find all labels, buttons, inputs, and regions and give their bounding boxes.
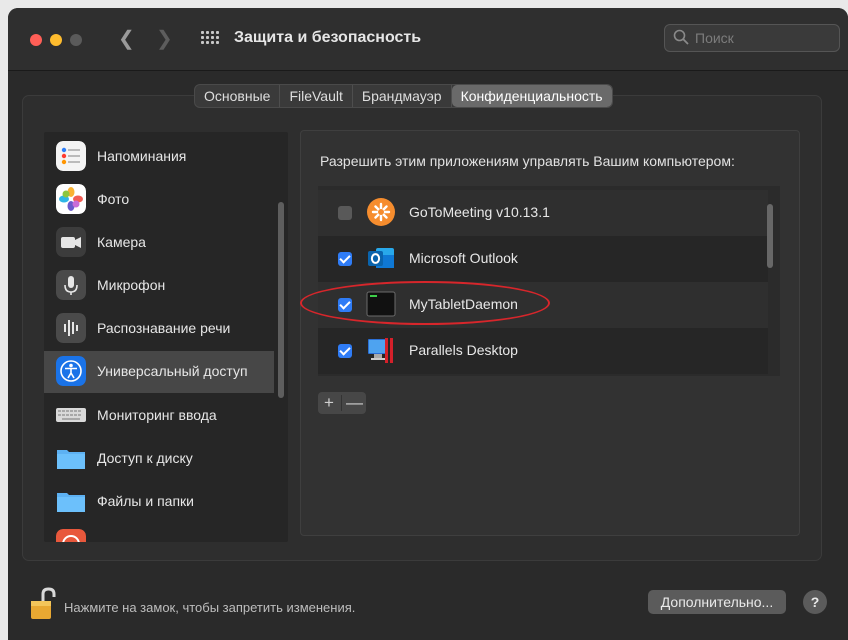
outlook-icon — [368, 248, 394, 268]
tab-firewall[interactable]: Брандмауэр — [353, 85, 452, 107]
search-icon — [673, 29, 689, 45]
reminders-icon — [56, 141, 86, 171]
microphone-icon — [56, 270, 86, 300]
sidebar-item-reminders[interactable]: Напоминания — [44, 136, 274, 178]
highlight-annotation — [300, 281, 550, 325]
sidebar-item-label: Камера — [97, 234, 146, 250]
close-window-button[interactable] — [30, 34, 42, 46]
sidebar-item-files-and-folders[interactable]: Файлы и папки — [44, 481, 274, 523]
speech-recognition-icon — [56, 313, 86, 343]
sidebar-item-label: Фото — [97, 191, 130, 207]
gotomeeting-icon — [367, 198, 395, 226]
sidebar-item-photos[interactable]: Фото — [44, 179, 274, 221]
search-placeholder: Поиск — [695, 30, 734, 46]
sidebar-item-label: Микрофон — [97, 277, 166, 293]
sidebar-item-label: Распознавание речи — [97, 320, 231, 336]
sidebar-item-label: Доступ к диску — [97, 450, 193, 466]
lock-hint: Нажмите на замок, чтобы запретить измене… — [64, 600, 356, 615]
app-icon — [56, 529, 86, 542]
tab-privacy[interactable]: Конфиденциальность — [451, 85, 612, 107]
apps-list-scrollbar[interactable] — [767, 204, 773, 268]
app-checkbox[interactable] — [338, 344, 352, 358]
app-checkbox[interactable] — [338, 206, 352, 220]
sidebar-item-microphone[interactable]: Микрофон — [44, 265, 274, 307]
parallels-icon — [368, 338, 393, 363]
unlocked-padlock-icon[interactable] — [29, 587, 59, 621]
app-name: GoToMeeting v10.13.1 — [409, 204, 550, 220]
remove-app-button[interactable]: — — [346, 393, 363, 413]
keyboard-icon — [56, 408, 86, 422]
sidebar-item-label: Универсальный доступ — [97, 363, 248, 379]
zoom-window-button[interactable] — [70, 34, 82, 46]
title-bar: ❮ ❯ Защита и безопасность Поиск — [8, 8, 848, 71]
back-button[interactable]: ❮ — [118, 28, 135, 50]
tab-bar: Основные FileVault Брандмауэр Конфиденци… — [194, 84, 613, 108]
sidebar-item-label: Напоминания — [97, 148, 187, 164]
list-item[interactable]: Microsoft Outlook — [318, 236, 768, 282]
forward-button[interactable]: ❯ — [156, 28, 173, 50]
apps-heading: Разрешить этим приложениям управлять Ваш… — [320, 153, 735, 169]
folder-icon — [57, 450, 85, 469]
search-field[interactable]: Поиск — [664, 24, 840, 52]
add-remove-control: + — — [318, 392, 366, 414]
list-item[interactable]: GoToMeeting v10.13.1 — [318, 190, 768, 236]
sidebar-item-camera[interactable]: Камера — [44, 222, 274, 264]
app-checkbox[interactable] — [338, 252, 352, 266]
divider — [341, 395, 342, 411]
sidebar-item-label: Файлы и папки — [97, 493, 194, 509]
tab-general[interactable]: Основные — [195, 85, 281, 107]
folder-icon — [57, 493, 85, 512]
accessibility-icon — [56, 356, 86, 386]
list-item[interactable]: Parallels Desktop — [318, 328, 768, 374]
add-app-button[interactable]: + — [324, 393, 334, 413]
sidebar-item-full-disk-access[interactable]: Доступ к диску — [44, 438, 274, 480]
privacy-category-list[interactable]: Напоминания Фото Камера Микрофон Распозн… — [44, 132, 288, 542]
advanced-button[interactable]: Дополнительно... — [648, 590, 786, 614]
sidebar-scrollbar[interactable] — [278, 202, 284, 398]
sidebar-item-speech-recognition[interactable]: Распознавание речи — [44, 308, 274, 350]
sidebar-item-input-monitoring[interactable]: Мониторинг ввода — [44, 395, 274, 437]
photos-icon — [56, 184, 86, 214]
app-name: Microsoft Outlook — [409, 250, 518, 266]
window-title: Защита и безопасность — [234, 29, 422, 46]
sidebar-item-label: Мониторинг ввода — [97, 407, 217, 423]
sidebar-item-partial[interactable] — [44, 524, 274, 542]
sidebar-item-accessibility[interactable]: Универсальный доступ — [44, 351, 274, 393]
minimize-window-button[interactable] — [50, 34, 62, 46]
tab-filevault[interactable]: FileVault — [280, 85, 353, 107]
show-all-grid-icon[interactable] — [201, 31, 219, 47]
camera-icon — [56, 227, 86, 257]
help-button[interactable]: ? — [803, 590, 827, 614]
app-name: Parallels Desktop — [409, 342, 518, 358]
